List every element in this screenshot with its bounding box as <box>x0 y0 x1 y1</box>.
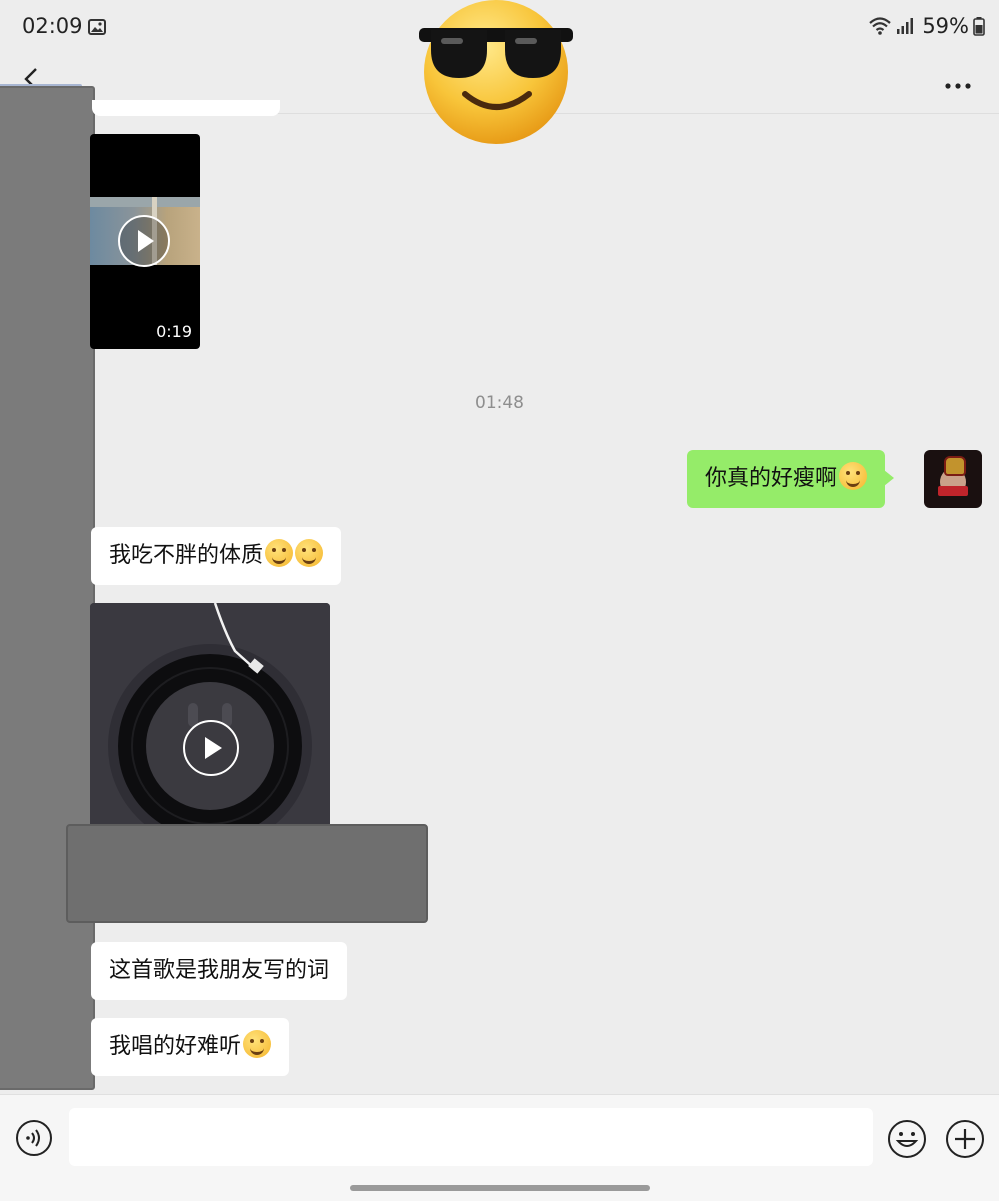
incoming-message-bubble[interactable]: 这首歌是我朋友写的词 <box>91 942 348 1000</box>
play-icon[interactable] <box>182 719 240 777</box>
battery-percent: 59% <box>922 14 969 38</box>
signal-icon <box>897 18 914 34</box>
emoji-icon[interactable] <box>887 1119 927 1159</box>
rolling-laugh-emoji <box>295 539 324 567</box>
voice-icon[interactable] <box>15 1119 53 1157</box>
sunglasses-emoji-overlay <box>419 0 573 144</box>
wifi-icon <box>869 17 892 35</box>
plus-icon[interactable] <box>945 1119 985 1159</box>
status-right: 59% <box>868 14 985 38</box>
message-input[interactable] <box>69 1108 873 1166</box>
thinking-giggle-emoji <box>265 539 294 567</box>
my-avatar[interactable] <box>924 450 982 508</box>
battery-icon <box>973 17 985 36</box>
previous-message-edge <box>92 100 280 116</box>
chat-timestamp: 01:48 <box>475 393 524 413</box>
laughing-tears-emoji <box>839 462 868 490</box>
gallery-icon <box>88 19 106 35</box>
message-text: 我唱的好难听 <box>109 1034 242 1059</box>
play-icon[interactable] <box>117 214 171 268</box>
video-message[interactable]: 0:19 <box>90 134 200 349</box>
rolling-laugh-emoji <box>243 1030 272 1058</box>
video-duration: 0:19 <box>156 322 192 341</box>
status-time: 02:09 <box>22 14 83 38</box>
incoming-message-bubble[interactable]: 我吃不胖的体质 <box>91 527 342 585</box>
message-text: 你真的好瘦啊 <box>705 466 838 491</box>
more-dots-icon[interactable] <box>943 63 973 93</box>
outgoing-message-bubble[interactable]: 你真的好瘦啊 <box>687 450 895 508</box>
incoming-message-bubble[interactable]: 我唱的好难听 <box>91 1018 290 1076</box>
redaction-overlay-left <box>0 86 95 1090</box>
home-indicator[interactable] <box>350 1185 650 1191</box>
redaction-overlay-bar <box>66 824 428 923</box>
message-text: 这首歌是我朋友写的词 <box>109 958 330 983</box>
message-text: 我吃不胖的体质 <box>109 543 264 568</box>
